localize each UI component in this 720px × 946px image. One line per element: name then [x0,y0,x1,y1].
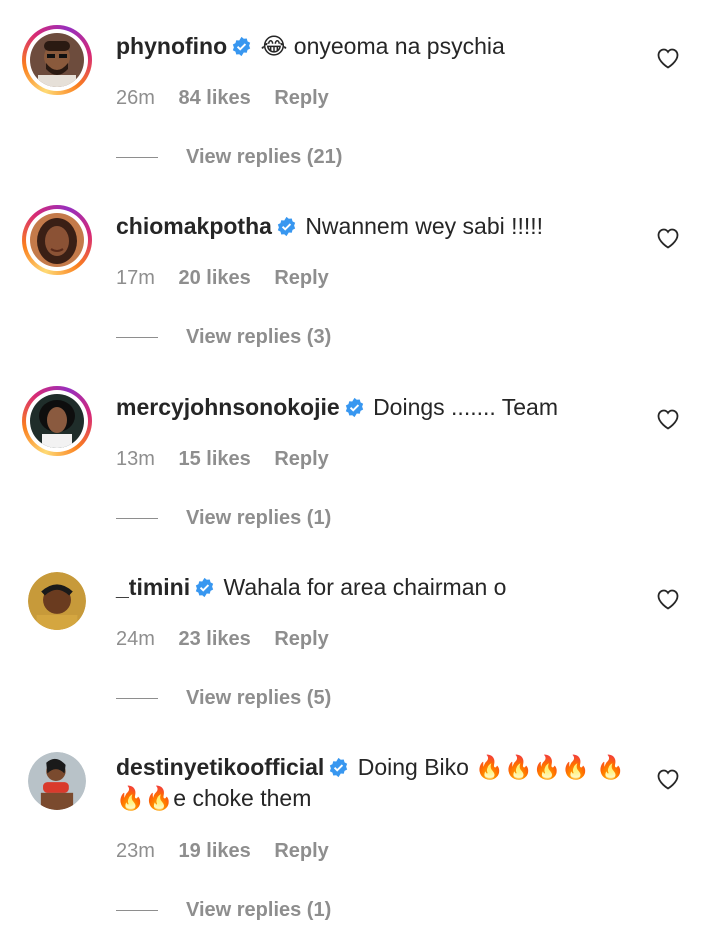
view-replies-button[interactable]: View replies (3) [116,326,331,350]
avatar[interactable] [28,752,86,810]
comment-text-line: _timini Wahala for area chairman o [116,572,636,603]
verified-badge-icon [277,216,296,237]
comment-username[interactable]: destinyetikoofficial [116,754,324,780]
comment-meta: 23m 19 likes Reply [116,839,347,863]
view-replies-label: View replies (1) [186,899,332,921]
comment-text-line: mercyjohnsonokojie Doings ....... Team [116,392,636,423]
avatar [30,213,84,267]
comment-username[interactable]: mercyjohnsonokojie [116,394,340,420]
comment-meta: 17m 20 likes Reply [116,266,347,290]
verified-badge-icon [195,577,214,598]
comment-body: 😂 onyeoma na psychia [260,33,505,59]
comment-username[interactable]: phynofino [116,33,227,59]
heart-outline-icon[interactable] [656,588,680,610]
likes-count[interactable]: 15 likes [178,448,250,470]
comment-text-line: phynofino 😂 onyeoma na psychia [116,31,636,62]
comment-text-line: destinyetikoofficial Doing Biko 🔥🔥🔥🔥 🔥🔥🔥… [116,752,636,814]
reply-button[interactable]: Reply [274,267,328,289]
comment-time: 17m [116,267,155,289]
avatar [30,33,84,89]
avatar-story-ring[interactable] [22,386,92,456]
view-replies-label: View replies (3) [186,326,332,348]
replies-divider [116,697,158,700]
view-replies-button[interactable]: View replies (1) [116,507,331,531]
view-replies-button[interactable]: View replies (21) [116,146,342,170]
replies-divider [116,517,158,520]
view-replies-label: View replies (21) [186,146,343,168]
avatar[interactable] [28,572,86,630]
reply-button[interactable]: Reply [274,840,328,862]
verified-badge-icon [330,757,348,778]
comment-time: 26m [116,87,155,109]
view-replies-label: View replies (1) [186,507,332,529]
comment-username[interactable]: _timini [116,574,190,600]
verified-badge-icon [345,397,363,418]
likes-count[interactable]: 19 likes [178,840,250,862]
comment-username[interactable]: chiomakpotha [116,213,272,239]
comment-meta: 26m 84 likes Reply [116,86,347,110]
replies-divider [116,336,158,339]
likes-count[interactable]: 84 likes [178,87,250,109]
comment-time: 13m [116,448,155,470]
comment-time: 24m [116,628,155,650]
comment-meta: 24m 23 likes Reply [116,627,347,651]
reply-button[interactable]: Reply [274,87,328,109]
view-replies-label: View replies (5) [186,687,332,709]
avatar [30,394,84,450]
reply-button[interactable]: Reply [274,448,328,470]
heart-outline-icon[interactable] [656,47,680,69]
reply-button[interactable]: Reply [274,628,328,650]
comment-body: Doings ....... Team [373,394,558,420]
likes-count[interactable]: 20 likes [178,267,250,289]
view-replies-button[interactable]: View replies (1) [116,899,331,923]
comment-body: Nwannem wey sabi !!!!! [305,213,544,239]
comment-meta: 13m 15 likes Reply [116,447,347,471]
comment-time: 23m [116,840,155,862]
view-replies-button[interactable]: View replies (5) [116,687,331,711]
likes-count[interactable]: 23 likes [178,628,250,650]
replies-divider [116,156,158,159]
heart-outline-icon[interactable] [656,408,680,430]
comment-text-line: chiomakpotha Nwannem wey sabi !!!!! [116,211,636,242]
avatar-story-ring[interactable] [22,25,92,95]
heart-outline-icon[interactable] [656,768,680,790]
avatar-story-ring[interactable] [22,205,92,275]
comment-body: Wahala for area chairman o [223,574,507,600]
replies-divider [116,909,158,912]
heart-outline-icon[interactable] [656,227,680,249]
verified-badge-icon [232,36,251,57]
